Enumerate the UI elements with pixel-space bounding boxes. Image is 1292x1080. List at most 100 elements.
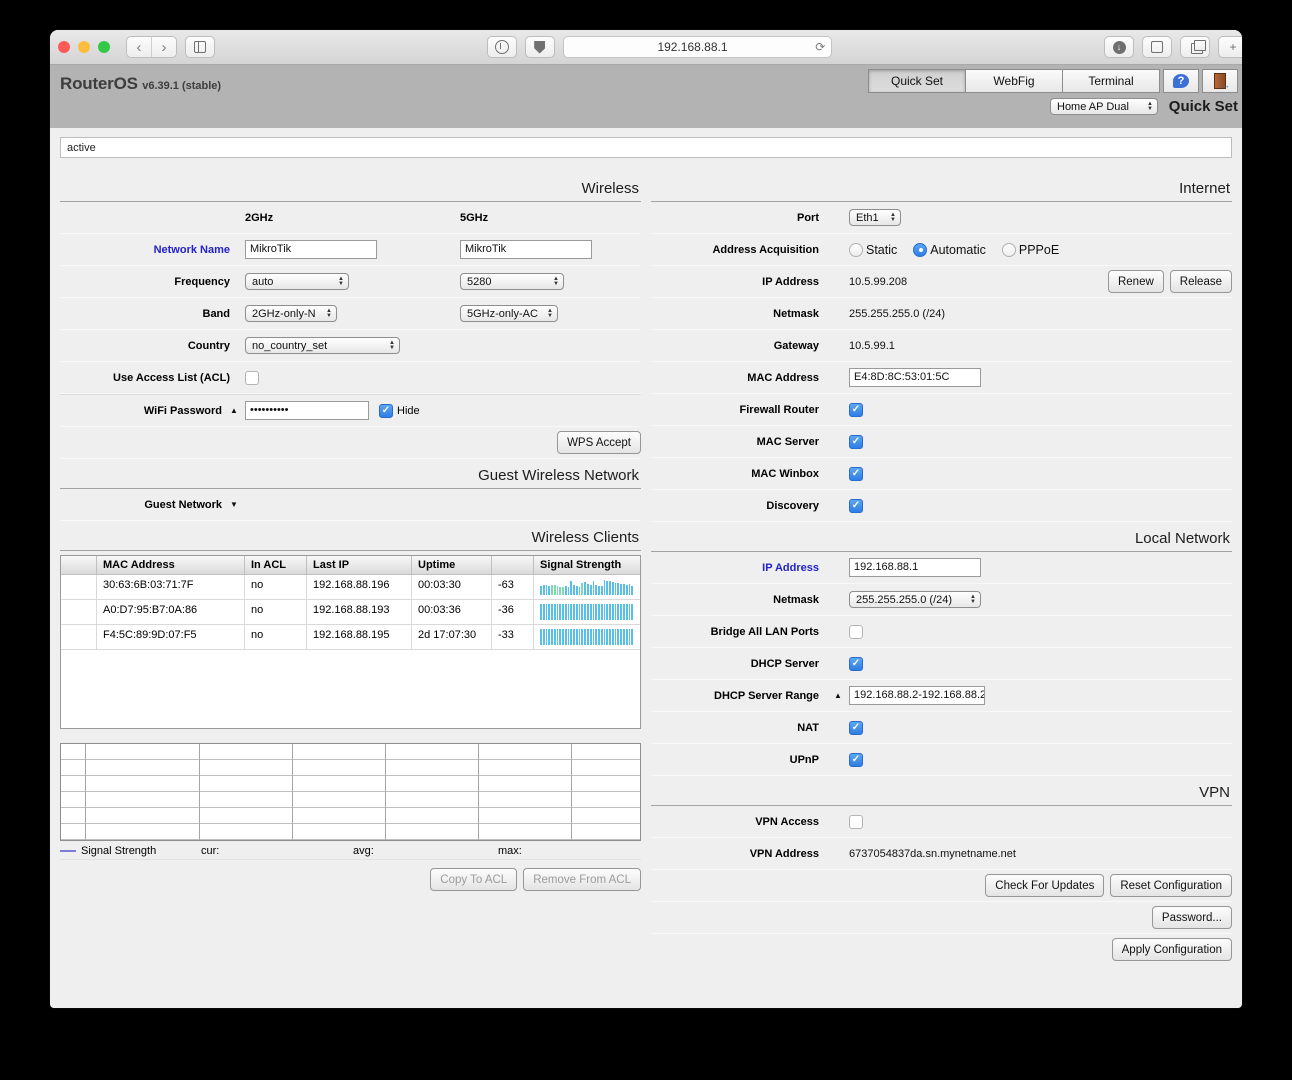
last-ip-cell: 192.168.88.195 <box>307 625 412 650</box>
wifi-password-input[interactable]: •••••••••• <box>245 401 369 420</box>
uptime-cell: 00:03:36 <box>412 600 492 625</box>
port-label: Port <box>651 212 849 224</box>
vpn-address-value: 6737054837da.sn.mynetname.net <box>849 848 1016 860</box>
collapse-icon[interactable]: ▲ <box>230 406 245 415</box>
table-row[interactable]: A0:D7:95:B7:0A:86no192.168.88.19300:03:3… <box>61 600 640 625</box>
wps-row: WPS Accept <box>60 427 641 459</box>
mac-address-row: MAC Address E4:8D:8C:53:01:5C <box>651 362 1232 394</box>
dhcp-range-input[interactable]: 192.168.88.2-192.168.88.254 <box>849 686 985 705</box>
country-row: Country no_country_set ▲▼ <box>60 330 641 362</box>
view-tabs: Quick Set WebFig Terminal ? <box>869 69 1238 93</box>
table-row[interactable]: 30:63:6B:03:71:7Fno192.168.88.19600:03:3… <box>61 575 640 600</box>
address-bar[interactable]: 192.168.88.1 ⟳ <box>563 36 833 58</box>
close-window-button[interactable] <box>58 41 70 53</box>
lan-netmask-value: 255.255.255.0 (/24) <box>856 594 952 606</box>
internet-section-title: Internet <box>651 172 1232 202</box>
select-arrows-icon: ▲▼ <box>383 341 395 350</box>
quickset-content: active Wireless 2GHz 5GHz Network Name M… <box>50 128 1242 965</box>
mac-server-checkbox[interactable]: ✓ <box>849 435 863 449</box>
mac-server-row: MAC Server ✓ <box>651 426 1232 458</box>
frequency-5ghz-select[interactable]: 5280 ▲▼ <box>460 273 564 290</box>
select-arrows-icon: ▲▼ <box>320 309 332 318</box>
password-button[interactable]: Password... <box>1152 906 1232 929</box>
apply-configuration-button[interactable]: Apply Configuration <box>1112 938 1232 961</box>
wifi-password-row: WiFi Password ▲ •••••••••• ✓ Hide <box>60 394 641 427</box>
share-button[interactable] <box>1142 36 1172 58</box>
dhcp-server-checkbox[interactable]: ✓ <box>849 657 863 671</box>
forward-button[interactable]: › <box>151 37 176 57</box>
reset-configuration-button[interactable]: Reset Configuration <box>1110 874 1232 897</box>
use-acl-checkbox[interactable] <box>245 371 259 385</box>
firewall-router-checkbox[interactable]: ✓ <box>849 403 863 417</box>
dhcp-range-label: DHCP Server Range <box>651 690 834 702</box>
zoom-window-button[interactable] <box>98 41 110 53</box>
expand-icon[interactable]: ▼ <box>230 500 245 509</box>
back-button[interactable]: ‹ <box>127 37 151 57</box>
in-acl-cell: no <box>245 575 307 600</box>
bridge-checkbox[interactable] <box>849 625 863 639</box>
lan-netmask-select[interactable]: 255.255.255.0 (/24) ▲▼ <box>849 591 981 608</box>
table-row[interactable]: F4:5C:89:9D:07:F5no192.168.88.1952d 17:0… <box>61 625 640 650</box>
country-select[interactable]: no_country_set ▲▼ <box>245 337 400 354</box>
logout-button[interactable] <box>1202 69 1238 93</box>
discovery-checkbox[interactable]: ✓ <box>849 499 863 513</box>
guest-network-row: Guest Network ▼ <box>60 489 641 521</box>
password-extension-button[interactable] <box>487 36 517 58</box>
address-acquisition-row: Address Acquisition Static Automatic PPP… <box>651 234 1232 266</box>
help-button[interactable]: ? <box>1163 69 1199 93</box>
uptime-cell: 2d 17:07:30 <box>412 625 492 650</box>
downloads-button[interactable]: ↓ <box>1104 36 1134 58</box>
in-acl-cell: no <box>245 625 307 650</box>
copy-to-acl-button[interactable]: Copy To ACL <box>430 868 517 891</box>
signal-strength-bars <box>534 600 640 625</box>
shield-extension-button[interactable] <box>525 36 555 58</box>
logout-door-icon <box>1214 73 1226 89</box>
port-select[interactable]: Eth1 ▲▼ <box>849 209 901 226</box>
signal-strength-graph <box>60 743 641 841</box>
tab-overview-button[interactable] <box>1180 36 1210 58</box>
sidebar-button[interactable] <box>185 36 215 58</box>
check-for-updates-button[interactable]: Check For Updates <box>985 874 1104 897</box>
tab-terminal[interactable]: Terminal <box>1062 69 1160 93</box>
wireless-section-title: Wireless <box>60 172 641 202</box>
url-text[interactable]: 192.168.88.1 <box>570 40 816 54</box>
band-5ghz-select[interactable]: 5GHz-only-AC ▲▼ <box>460 305 558 322</box>
new-tab-button[interactable]: + <box>1218 36 1242 58</box>
wps-accept-button[interactable]: WPS Accept <box>557 431 641 454</box>
minimize-window-button[interactable] <box>78 41 90 53</box>
shield-icon <box>534 41 545 54</box>
browser-window: ‹ › 192.168.88.1 ⟳ ↓ + RouterOS v6.39.1 … <box>50 30 1242 1008</box>
tab-quick-set[interactable]: Quick Set <box>868 69 966 93</box>
nat-checkbox[interactable]: ✓ <box>849 721 863 735</box>
collapse-icon[interactable]: ▲ <box>834 691 849 700</box>
renew-button[interactable]: Renew <box>1108 270 1164 293</box>
radio-static[interactable]: Static <box>849 243 897 257</box>
frequency-2ghz-select[interactable]: auto ▲▼ <box>245 273 349 290</box>
legend-max-label: max: <box>498 845 522 857</box>
hide-password-checkbox[interactable]: ✓ <box>379 404 393 418</box>
app-name: RouterOS <box>60 74 138 93</box>
frequency-2ghz-value: auto <box>252 276 273 288</box>
firewall-router-row: Firewall Router ✓ <box>651 394 1232 426</box>
release-button[interactable]: Release <box>1170 270 1232 293</box>
tab-webfig[interactable]: WebFig <box>965 69 1063 93</box>
band-label: Band <box>60 308 245 320</box>
mac-winbox-checkbox[interactable]: ✓ <box>849 467 863 481</box>
mac-address-input[interactable]: E4:8D:8C:53:01:5C <box>849 368 981 387</box>
reload-icon[interactable]: ⟳ <box>815 40 825 54</box>
vpn-access-checkbox[interactable] <box>849 815 863 829</box>
signal-strength-bars <box>534 625 640 650</box>
radio-pppoe[interactable]: PPPoE <box>1002 243 1059 257</box>
legend-series-label: Signal Strength <box>81 845 201 857</box>
band-2ghz-select[interactable]: 2GHz-only-N ▲▼ <box>245 305 337 322</box>
mode-select[interactable]: Home AP Dual ▲▼ <box>1050 98 1158 115</box>
lan-ip-input[interactable]: 192.168.88.1 <box>849 558 981 577</box>
network-name-5ghz-input[interactable]: MikroTik <box>460 240 592 259</box>
network-name-2ghz-input[interactable]: MikroTik <box>245 240 377 259</box>
row-select-cell <box>61 575 97 600</box>
password-button-row: Password... <box>651 902 1232 934</box>
app-brand: RouterOS v6.39.1 (stable) <box>60 74 221 94</box>
upnp-checkbox[interactable]: ✓ <box>849 753 863 767</box>
radio-automatic[interactable]: Automatic <box>913 243 986 257</box>
remove-from-acl-button[interactable]: Remove From ACL <box>523 868 641 891</box>
